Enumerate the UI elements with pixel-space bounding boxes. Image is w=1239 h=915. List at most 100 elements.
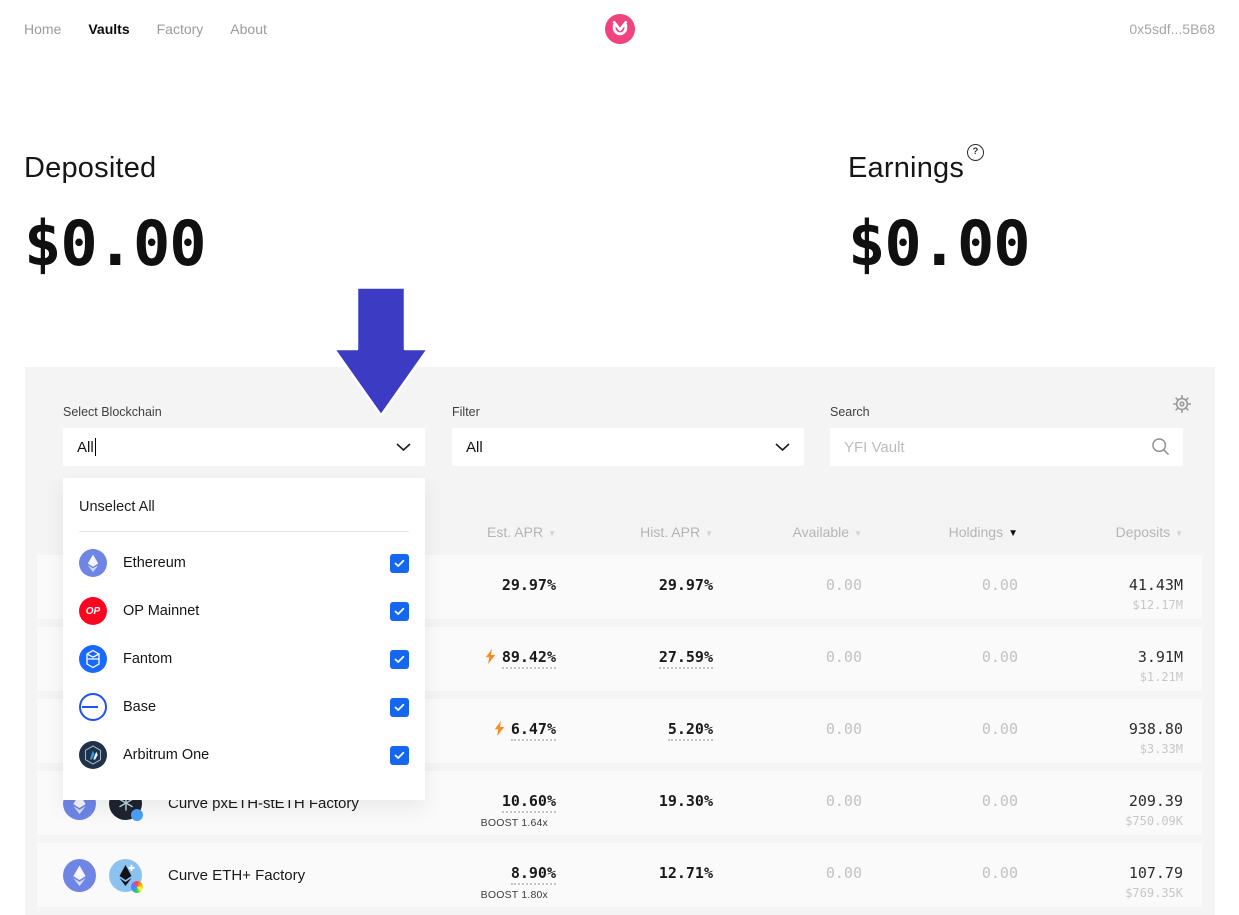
col-header-label: Holdings	[949, 524, 1003, 540]
filter-select-value: All	[466, 439, 483, 456]
blockchain-select-value: All	[77, 438, 96, 456]
deposits-cell: 209.39 $750.09K	[1018, 771, 1183, 835]
text-cursor	[95, 438, 96, 456]
blockchain-dropdown: Unselect All Ethereum OP OP Mainnet Fantom…	[63, 478, 425, 800]
hist-apr-value: 5.20%	[668, 720, 713, 741]
est-apr-cell: 8.90%BOOST 1.80x	[406, 843, 556, 907]
deposits-value: 938.80	[1018, 720, 1183, 738]
chain-label-ethereum: Ethereum	[123, 555, 390, 571]
chain-item-op-mainnet[interactable]: OP OP Mainnet	[79, 587, 409, 635]
filter-group: Filter All	[452, 405, 804, 466]
est-apr-cell: 10.60%BOOST 1.64x	[406, 771, 556, 835]
hist-apr-value: 12.71%	[659, 864, 713, 882]
op-mainnet-icon: OP	[79, 597, 107, 625]
deposits-usd-value: $12.17M	[1018, 598, 1183, 612]
est-apr-value: 6.47%	[511, 720, 556, 741]
search-label: Search	[830, 405, 1183, 419]
hist-apr-cell: 5.20%	[556, 699, 713, 763]
search-box	[830, 428, 1183, 466]
earnings-summary: Earnings? $0.00	[848, 152, 1030, 280]
boost-bolt-icon	[485, 649, 496, 664]
chain-item-arbitrum-one[interactable]: Arbitrum One	[79, 731, 409, 779]
blockchain-filter-label: Select Blockchain	[63, 405, 425, 419]
col-header-label: Est. APR	[487, 524, 543, 540]
holdings-cell: 0.00	[862, 555, 1018, 619]
available-cell: 0.00	[713, 699, 862, 763]
available-cell: 0.00	[713, 771, 862, 835]
col-header-deposits[interactable]: Deposits ▼	[1018, 524, 1183, 540]
yearn-logo-icon[interactable]	[605, 14, 635, 44]
hist-apr-cell: 19.30%	[556, 771, 713, 835]
nav-link-about[interactable]: About	[230, 21, 267, 37]
deposits-value: 41.43M	[1018, 576, 1183, 594]
wallet-address[interactable]: 0x5sdf...5B68	[1129, 21, 1215, 37]
col-header-label: Deposits	[1116, 524, 1170, 540]
deposits-usd-value: $750.09K	[1018, 814, 1183, 828]
available-cell: 0.00	[713, 627, 862, 691]
deposits-value: 209.39	[1018, 792, 1183, 810]
chevron-down-icon	[396, 443, 411, 451]
sort-arrow-icon: ▼	[1175, 529, 1183, 538]
unselect-all-button[interactable]: Unselect All	[79, 478, 409, 531]
table-row-curve-eth-factory[interactable]: Curve ETH+ Factory 8.90%BOOST 1.80x 12.71%…	[37, 843, 1202, 907]
holdings-cell: 0.00	[862, 699, 1018, 763]
search-icon	[1151, 437, 1171, 457]
blockchain-select[interactable]: All	[63, 428, 425, 466]
boost-label: BOOST 1.64x	[406, 817, 556, 829]
col-header-available[interactable]: Available ▼	[713, 524, 862, 540]
hist-apr-value: 29.97%	[659, 576, 713, 594]
chevron-down-icon	[775, 443, 790, 451]
deposits-usd-value: $1.21M	[1018, 670, 1183, 684]
checkbox-base[interactable]	[390, 698, 409, 717]
sort-arrow-icon: ▼	[854, 529, 862, 538]
hist-apr-cell: 12.71%	[556, 843, 713, 907]
chain-item-ethereum[interactable]: Ethereum	[79, 539, 409, 587]
filter-select[interactable]: All	[452, 428, 804, 466]
est-apr-cell: 89.42%	[406, 627, 556, 691]
chain-label-base: Base	[123, 699, 390, 715]
help-icon[interactable]: ?	[967, 144, 984, 161]
nav-link-vaults[interactable]: Vaults	[88, 21, 129, 37]
col-header-est-apr[interactable]: Est. APR▼	[406, 524, 556, 540]
sort-arrow-icon: ▼	[705, 529, 713, 538]
chain-label-op-mainnet: OP Mainnet	[123, 603, 390, 619]
est-apr-cell: 29.97%	[406, 555, 556, 619]
fantom-icon	[79, 645, 107, 673]
checkbox-ethereum[interactable]	[390, 554, 409, 573]
deposits-cell: 3.91M$1.21M	[1018, 627, 1183, 691]
col-header-hist-apr[interactable]: Hist. APR ▼	[556, 524, 713, 540]
est-apr-cell: 6.47%	[406, 699, 556, 763]
filter-label: Filter	[452, 405, 804, 419]
checkbox-op-mainnet[interactable]	[390, 602, 409, 621]
deposited-value: $0.00	[24, 207, 206, 280]
chain-item-base[interactable]: Base	[79, 683, 409, 731]
dropdown-divider	[79, 531, 409, 532]
hist-apr-value: 19.30%	[659, 792, 713, 810]
nav-link-factory[interactable]: Factory	[157, 21, 204, 37]
checkbox-fantom[interactable]	[390, 650, 409, 669]
available-cell: 0.00	[713, 555, 862, 619]
ethereum-icon	[79, 549, 107, 577]
chain-label-arbitrum-one: Arbitrum One	[123, 747, 390, 763]
deposits-usd-value: $769.35K	[1018, 886, 1183, 900]
top-navbar: Home Vaults Factory About 0x5sdf...5B68	[0, 0, 1239, 58]
base-icon	[79, 693, 107, 721]
checkbox-arbitrum-one[interactable]	[390, 746, 409, 765]
vaults-panel: Select Blockchain All Filter All Search	[25, 367, 1215, 915]
hist-apr-cell: 29.97%	[556, 555, 713, 619]
available-cell: 0.00	[713, 843, 862, 907]
col-header-label: Hist. APR	[640, 524, 700, 540]
search-group: Search	[830, 405, 1183, 466]
boost-label: BOOST 1.80x	[406, 889, 556, 901]
sort-arrow-icon: ▼	[1008, 528, 1018, 539]
est-apr-value: 89.42%	[502, 648, 556, 669]
col-header-label: Available	[793, 524, 850, 540]
vault-name: Curve ETH+ Factory	[168, 867, 305, 884]
arbitrum-one-icon	[79, 741, 107, 769]
earnings-label: Earnings?	[848, 152, 1030, 185]
col-header-holdings[interactable]: Holdings ▼	[862, 524, 1018, 540]
nav-link-home[interactable]: Home	[24, 21, 61, 37]
chain-item-fantom[interactable]: Fantom	[79, 635, 409, 683]
est-apr-value: 29.97%	[502, 576, 556, 594]
search-input[interactable]	[842, 438, 1151, 457]
